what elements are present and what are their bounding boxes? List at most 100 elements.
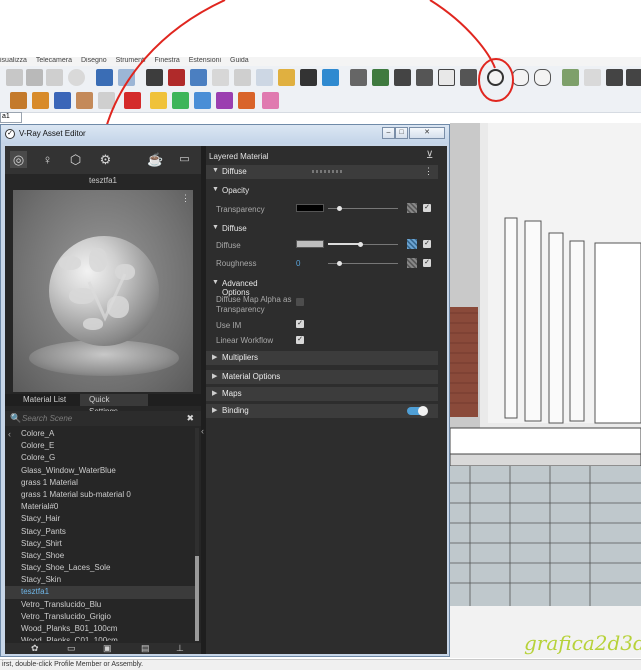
tab-quick-settings[interactable]: Quick Settings xyxy=(80,394,148,416)
vray-v-mark xyxy=(87,273,127,322)
binding-toggle[interactable] xyxy=(407,406,428,416)
material-list-item[interactable]: grass 1 Material sub-material 0 xyxy=(5,489,195,501)
window-title: V-Ray Asset Editor xyxy=(19,129,86,138)
save-icon[interactable]: ▣ xyxy=(103,643,112,654)
settings-category-icon[interactable]: ⚙ xyxy=(97,151,114,168)
material-list-item[interactable]: Colore_A xyxy=(5,428,195,440)
material-type-title: Layered Material xyxy=(209,152,269,161)
material-preview-title: tesztfa1 xyxy=(88,176,117,185)
delete-icon[interactable]: ▤ xyxy=(141,643,150,654)
transparency-slider-knob[interactable] xyxy=(336,206,342,211)
expand-triangle-icon: ▶ xyxy=(212,354,218,361)
material-list-item[interactable]: Colore_G xyxy=(5,452,195,464)
alpha-transparency-checkbox[interactable] xyxy=(296,298,304,306)
frame-buffer-icon[interactable]: ▭ xyxy=(176,151,193,168)
collapse-triangle-icon: ▼ xyxy=(212,167,219,174)
linear-workflow-label: Linear Workflow xyxy=(216,336,274,345)
use-im-label: Use IM xyxy=(216,321,242,330)
roughness-value[interactable]: 0 xyxy=(296,259,300,268)
left-panel: ◎ ♀ ⬡ ⚙ ☕ ▭ tesztfa1 ⋮ Material List Qui… xyxy=(5,146,201,654)
diffuse-slider-fill xyxy=(328,243,360,245)
annotation-arrow-left xyxy=(103,0,226,136)
maps-section[interactable]: ▶ Maps xyxy=(206,387,438,401)
transparency-label: Transparency xyxy=(216,205,265,214)
material-list-item[interactable]: Wood_Planks_B01_100cm xyxy=(5,623,195,635)
material-list: Colore_A Colore_E Colore_G Glass_Window_Wat… xyxy=(5,428,195,641)
material-list-item[interactable]: Wood_Planks_C01_100cm xyxy=(5,635,195,641)
material-list-item[interactable]: Vetro_Translucido_Blu xyxy=(5,599,195,611)
diffuse-color-swatch[interactable] xyxy=(296,240,324,248)
material-list-item[interactable]: Stacy_Hair xyxy=(5,513,195,525)
material-list-item[interactable]: Material#0 xyxy=(5,501,195,513)
alpha-label-line2: Transparency xyxy=(216,305,265,314)
material-list-item[interactable]: tesztfa1 xyxy=(5,586,195,599)
editor-body: ◎ ♀ ⬡ ⚙ ☕ ▭ tesztfa1 ⋮ Material List Qui… xyxy=(5,146,447,654)
scrollbar-thumb[interactable] xyxy=(195,556,199,641)
transparency-texture-slot[interactable] xyxy=(407,203,417,213)
roughness-checkbox[interactable]: ✓ xyxy=(423,259,431,267)
annotation-arrow-right xyxy=(429,0,496,69)
layer-options-icon[interactable]: ⋮ xyxy=(424,166,433,177)
annotation-circle xyxy=(478,58,514,102)
purge-icon[interactable]: ⊥ xyxy=(176,643,184,654)
tab-material-list[interactable]: Material List xyxy=(14,394,75,406)
roughness-slider-knob[interactable] xyxy=(336,261,342,266)
diffuse-checkbox[interactable]: ✓ xyxy=(423,240,431,248)
render-teapot-icon[interactable]: ☕ xyxy=(147,151,164,168)
material-list-item[interactable]: Glass_Window_WaterBlue xyxy=(5,465,195,477)
maximize-icon[interactable]: □ xyxy=(395,127,408,139)
material-list-item[interactable]: Stacy_Pants xyxy=(5,526,195,538)
material-list-item[interactable]: Vetro_Translucido_Grigio xyxy=(5,611,195,623)
right-panel: Layered Material ⊻ ▼ Diffuse ⋮ ▼ Opacity… xyxy=(206,146,447,654)
list-scrollbar[interactable] xyxy=(195,428,199,641)
preview-options-icon[interactable]: ⋮ xyxy=(181,193,190,204)
roughness-label: Roughness xyxy=(216,259,257,268)
material-options-section[interactable]: ▶ Material Options xyxy=(206,370,438,384)
building-scene xyxy=(450,123,641,658)
asset-category-bar: ◎ ♀ ⬡ ⚙ ☕ ▭ xyxy=(5,146,201,174)
add-layer-icon[interactable]: ⊻ xyxy=(426,150,433,161)
diffuse-slider-knob[interactable] xyxy=(357,242,363,247)
diffuse-texture-slot[interactable] xyxy=(407,239,417,249)
material-list-item[interactable]: Stacy_Skin xyxy=(5,574,195,586)
add-material-icon[interactable]: ✿ xyxy=(31,643,39,654)
vray-asset-editor-window: ✓ V-Ray Asset Editor – □ ✕ ◎ ♀ ⬡ ⚙ ☕ ▭ t… xyxy=(0,124,450,657)
close-icon[interactable]: ✖ xyxy=(186,413,194,424)
lights-category-icon[interactable]: ♀ xyxy=(39,151,56,168)
diffuse-label: Diffuse xyxy=(216,241,241,250)
search-scene[interactable]: 🔍 Search Scene ✖ xyxy=(5,411,201,426)
material-list-item[interactable]: Colore_E xyxy=(5,440,195,452)
expand-triangle-icon: ▶ xyxy=(212,407,218,414)
geometry-category-icon[interactable]: ⬡ xyxy=(67,151,84,168)
window-titlebar[interactable]: ✓ V-Ray Asset Editor – □ ✕ xyxy=(1,125,449,144)
material-list-item[interactable]: Stacy_Shoe xyxy=(5,550,195,562)
viewport-scene[interactable]: grafica2d3d xyxy=(450,123,641,658)
transparency-color-swatch[interactable] xyxy=(296,204,324,212)
watermark: grafica2d3d xyxy=(524,631,641,655)
drag-handle-icon[interactable] xyxy=(312,170,344,173)
material-list-item[interactable]: Stacy_Shoe_Laces_Sole xyxy=(5,562,195,574)
open-file-icon[interactable]: ▭ xyxy=(67,643,76,654)
expand-triangle-icon: ▶ xyxy=(212,390,218,397)
close-button[interactable]: ✕ xyxy=(409,127,445,139)
multipliers-section[interactable]: ▶ Multipliers xyxy=(206,351,438,365)
transparency-checkbox[interactable]: ✓ xyxy=(423,204,431,212)
material-list-item[interactable]: grass 1 Material xyxy=(5,477,195,489)
collapse-chevron-icon[interactable]: ‹ xyxy=(201,426,204,436)
status-bar: irst, double-click Profile Member or Ass… xyxy=(0,659,641,670)
material-preview: ⋮ xyxy=(13,190,193,392)
material-list-item[interactable]: Stacy_Shirt xyxy=(5,538,195,550)
minimize-icon[interactable]: – xyxy=(382,127,395,139)
vray-logo-icon: ✓ xyxy=(5,129,15,139)
left-tabs: Material List Quick Settings xyxy=(5,394,201,416)
list-actions-bar: ✿ ▭ ▣ ▤ ⊥ xyxy=(5,643,201,654)
expand-triangle-icon: ▶ xyxy=(212,373,218,380)
use-im-checkbox[interactable]: ✓ xyxy=(296,320,304,328)
alpha-label-line1: Diffuse Map Alpha as xyxy=(216,295,292,304)
search-input[interactable]: Search Scene xyxy=(22,414,72,423)
binding-section[interactable]: ▶ Binding xyxy=(206,404,438,418)
diffuse-layer-header[interactable]: ▼ Diffuse ⋮ xyxy=(206,165,438,179)
materials-category-icon[interactable]: ◎ xyxy=(10,151,27,168)
roughness-texture-slot[interactable] xyxy=(407,258,417,268)
linear-workflow-checkbox[interactable]: ✓ xyxy=(296,336,304,344)
